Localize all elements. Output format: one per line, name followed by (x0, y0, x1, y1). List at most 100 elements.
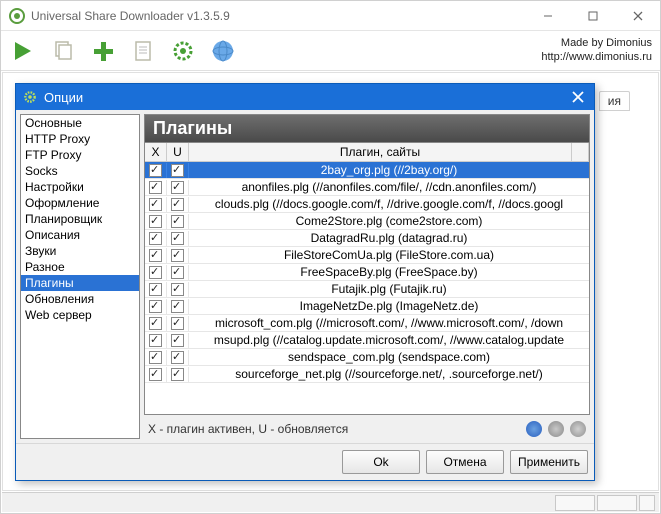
cell-u[interactable] (167, 265, 189, 280)
col-header-name[interactable]: Плагин, сайты (189, 143, 572, 161)
checkbox-x[interactable] (149, 300, 162, 313)
table-row[interactable]: Come2Store.plg (come2store.com) (145, 213, 589, 230)
category-item[interactable]: Оформление (21, 195, 139, 211)
cell-x[interactable] (145, 265, 167, 280)
add-icon[interactable] (89, 37, 117, 65)
checkbox-x[interactable] (149, 334, 162, 347)
checkbox-x[interactable] (149, 351, 162, 364)
cell-u[interactable] (167, 231, 189, 246)
table-row[interactable]: anonfiles.plg (//anonfiles.com/file/, //… (145, 179, 589, 196)
cell-u[interactable] (167, 299, 189, 314)
category-item[interactable]: Разное (21, 259, 139, 275)
cell-u[interactable] (167, 214, 189, 229)
category-item[interactable]: Socks (21, 163, 139, 179)
checkbox-u[interactable] (171, 266, 184, 279)
cell-u[interactable] (167, 282, 189, 297)
cell-x[interactable] (145, 248, 167, 263)
table-row[interactable]: clouds.plg (//docs.google.com/f, //drive… (145, 196, 589, 213)
table-row[interactable]: ImageNetzDe.plg (ImageNetz.de) (145, 298, 589, 315)
cell-x[interactable] (145, 180, 167, 195)
category-item[interactable]: Плагины (21, 275, 139, 291)
checkbox-u[interactable] (171, 351, 184, 364)
checkbox-u[interactable] (171, 164, 184, 177)
cell-x[interactable] (145, 282, 167, 297)
checkbox-u[interactable] (171, 249, 184, 262)
checkbox-x[interactable] (149, 181, 162, 194)
checkbox-u[interactable] (171, 368, 184, 381)
cancel-button[interactable]: Отмена (426, 450, 504, 474)
close-button[interactable] (615, 1, 660, 30)
minimize-button[interactable] (525, 1, 570, 30)
play-icon[interactable] (9, 37, 37, 65)
checkbox-x[interactable] (149, 232, 162, 245)
table-row[interactable]: msupd.plg (//catalog.update.microsoft.co… (145, 332, 589, 349)
table-row[interactable]: 2bay_org.plg (//2bay.org/) (145, 162, 589, 179)
settings-icon[interactable] (169, 37, 197, 65)
checkbox-u[interactable] (171, 300, 184, 313)
category-item[interactable]: Обновления (21, 291, 139, 307)
cell-u[interactable] (167, 350, 189, 365)
checkbox-u[interactable] (171, 232, 184, 245)
document-icon[interactable] (129, 37, 157, 65)
col-header-u[interactable]: U (167, 143, 189, 161)
category-item[interactable]: Планировщик (21, 211, 139, 227)
table-row[interactable]: DatagradRu.plg (datagrad.ru) (145, 230, 589, 247)
cell-x[interactable] (145, 350, 167, 365)
category-item[interactable]: Web сервер (21, 307, 139, 323)
checkbox-x[interactable] (149, 317, 162, 330)
maximize-button[interactable] (570, 1, 615, 30)
table-row[interactable]: sendspace_com.plg (sendspace.com) (145, 349, 589, 366)
cell-x[interactable] (145, 299, 167, 314)
checkbox-x[interactable] (149, 266, 162, 279)
cell-x[interactable] (145, 316, 167, 331)
table-row[interactable]: microsoft_com.plg (//microsoft.com/, //w… (145, 315, 589, 332)
cell-u[interactable] (167, 248, 189, 263)
cell-u[interactable] (167, 367, 189, 382)
cell-x[interactable] (145, 197, 167, 212)
background-tab[interactable]: ия (599, 91, 630, 111)
category-item[interactable]: Описания (21, 227, 139, 243)
table-row[interactable]: FileStoreComUa.plg (FileStore.com.ua) (145, 247, 589, 264)
table-row[interactable]: Futajik.plg (Futajik.ru) (145, 281, 589, 298)
cell-u[interactable] (167, 333, 189, 348)
checkbox-u[interactable] (171, 215, 184, 228)
globe-icon[interactable] (209, 37, 237, 65)
legend-info-icon[interactable] (570, 421, 586, 437)
table-row[interactable]: FreeSpaceBy.plg (FreeSpace.by) (145, 264, 589, 281)
cell-x[interactable] (145, 214, 167, 229)
cell-u[interactable] (167, 163, 189, 178)
cell-x[interactable] (145, 231, 167, 246)
checkbox-x[interactable] (149, 198, 162, 211)
checkbox-x[interactable] (149, 164, 162, 177)
copy-icon[interactable] (49, 37, 77, 65)
category-item[interactable]: FTP Proxy (21, 147, 139, 163)
cell-u[interactable] (167, 180, 189, 195)
checkbox-u[interactable] (171, 317, 184, 330)
checkbox-x[interactable] (149, 283, 162, 296)
category-item[interactable]: Основные (21, 115, 139, 131)
category-item[interactable]: Настройки (21, 179, 139, 195)
cell-x[interactable] (145, 333, 167, 348)
col-header-x[interactable]: X (145, 143, 167, 161)
cell-u[interactable] (167, 316, 189, 331)
legend-save-icon[interactable] (526, 421, 542, 437)
apply-button[interactable]: Применить (510, 450, 588, 474)
legend-disk-icon[interactable] (548, 421, 564, 437)
cell-x[interactable] (145, 367, 167, 382)
checkbox-x[interactable] (149, 215, 162, 228)
cell-u[interactable] (167, 197, 189, 212)
table-row[interactable]: sourceforge_net.plg (//sourceforge.net/,… (145, 366, 589, 383)
checkbox-x[interactable] (149, 368, 162, 381)
category-item[interactable]: HTTP Proxy (21, 131, 139, 147)
checkbox-u[interactable] (171, 334, 184, 347)
checkbox-u[interactable] (171, 283, 184, 296)
table-body[interactable]: 2bay_org.plg (//2bay.org/)anonfiles.plg … (145, 162, 589, 414)
checkbox-u[interactable] (171, 181, 184, 194)
category-list[interactable]: ОсновныеHTTP ProxyFTP ProxySocksНастройк… (20, 114, 140, 439)
checkbox-u[interactable] (171, 198, 184, 211)
dialog-close-button[interactable] (568, 87, 588, 107)
checkbox-x[interactable] (149, 249, 162, 262)
cell-x[interactable] (145, 163, 167, 178)
ok-button[interactable]: Ok (342, 450, 420, 474)
category-item[interactable]: Звуки (21, 243, 139, 259)
